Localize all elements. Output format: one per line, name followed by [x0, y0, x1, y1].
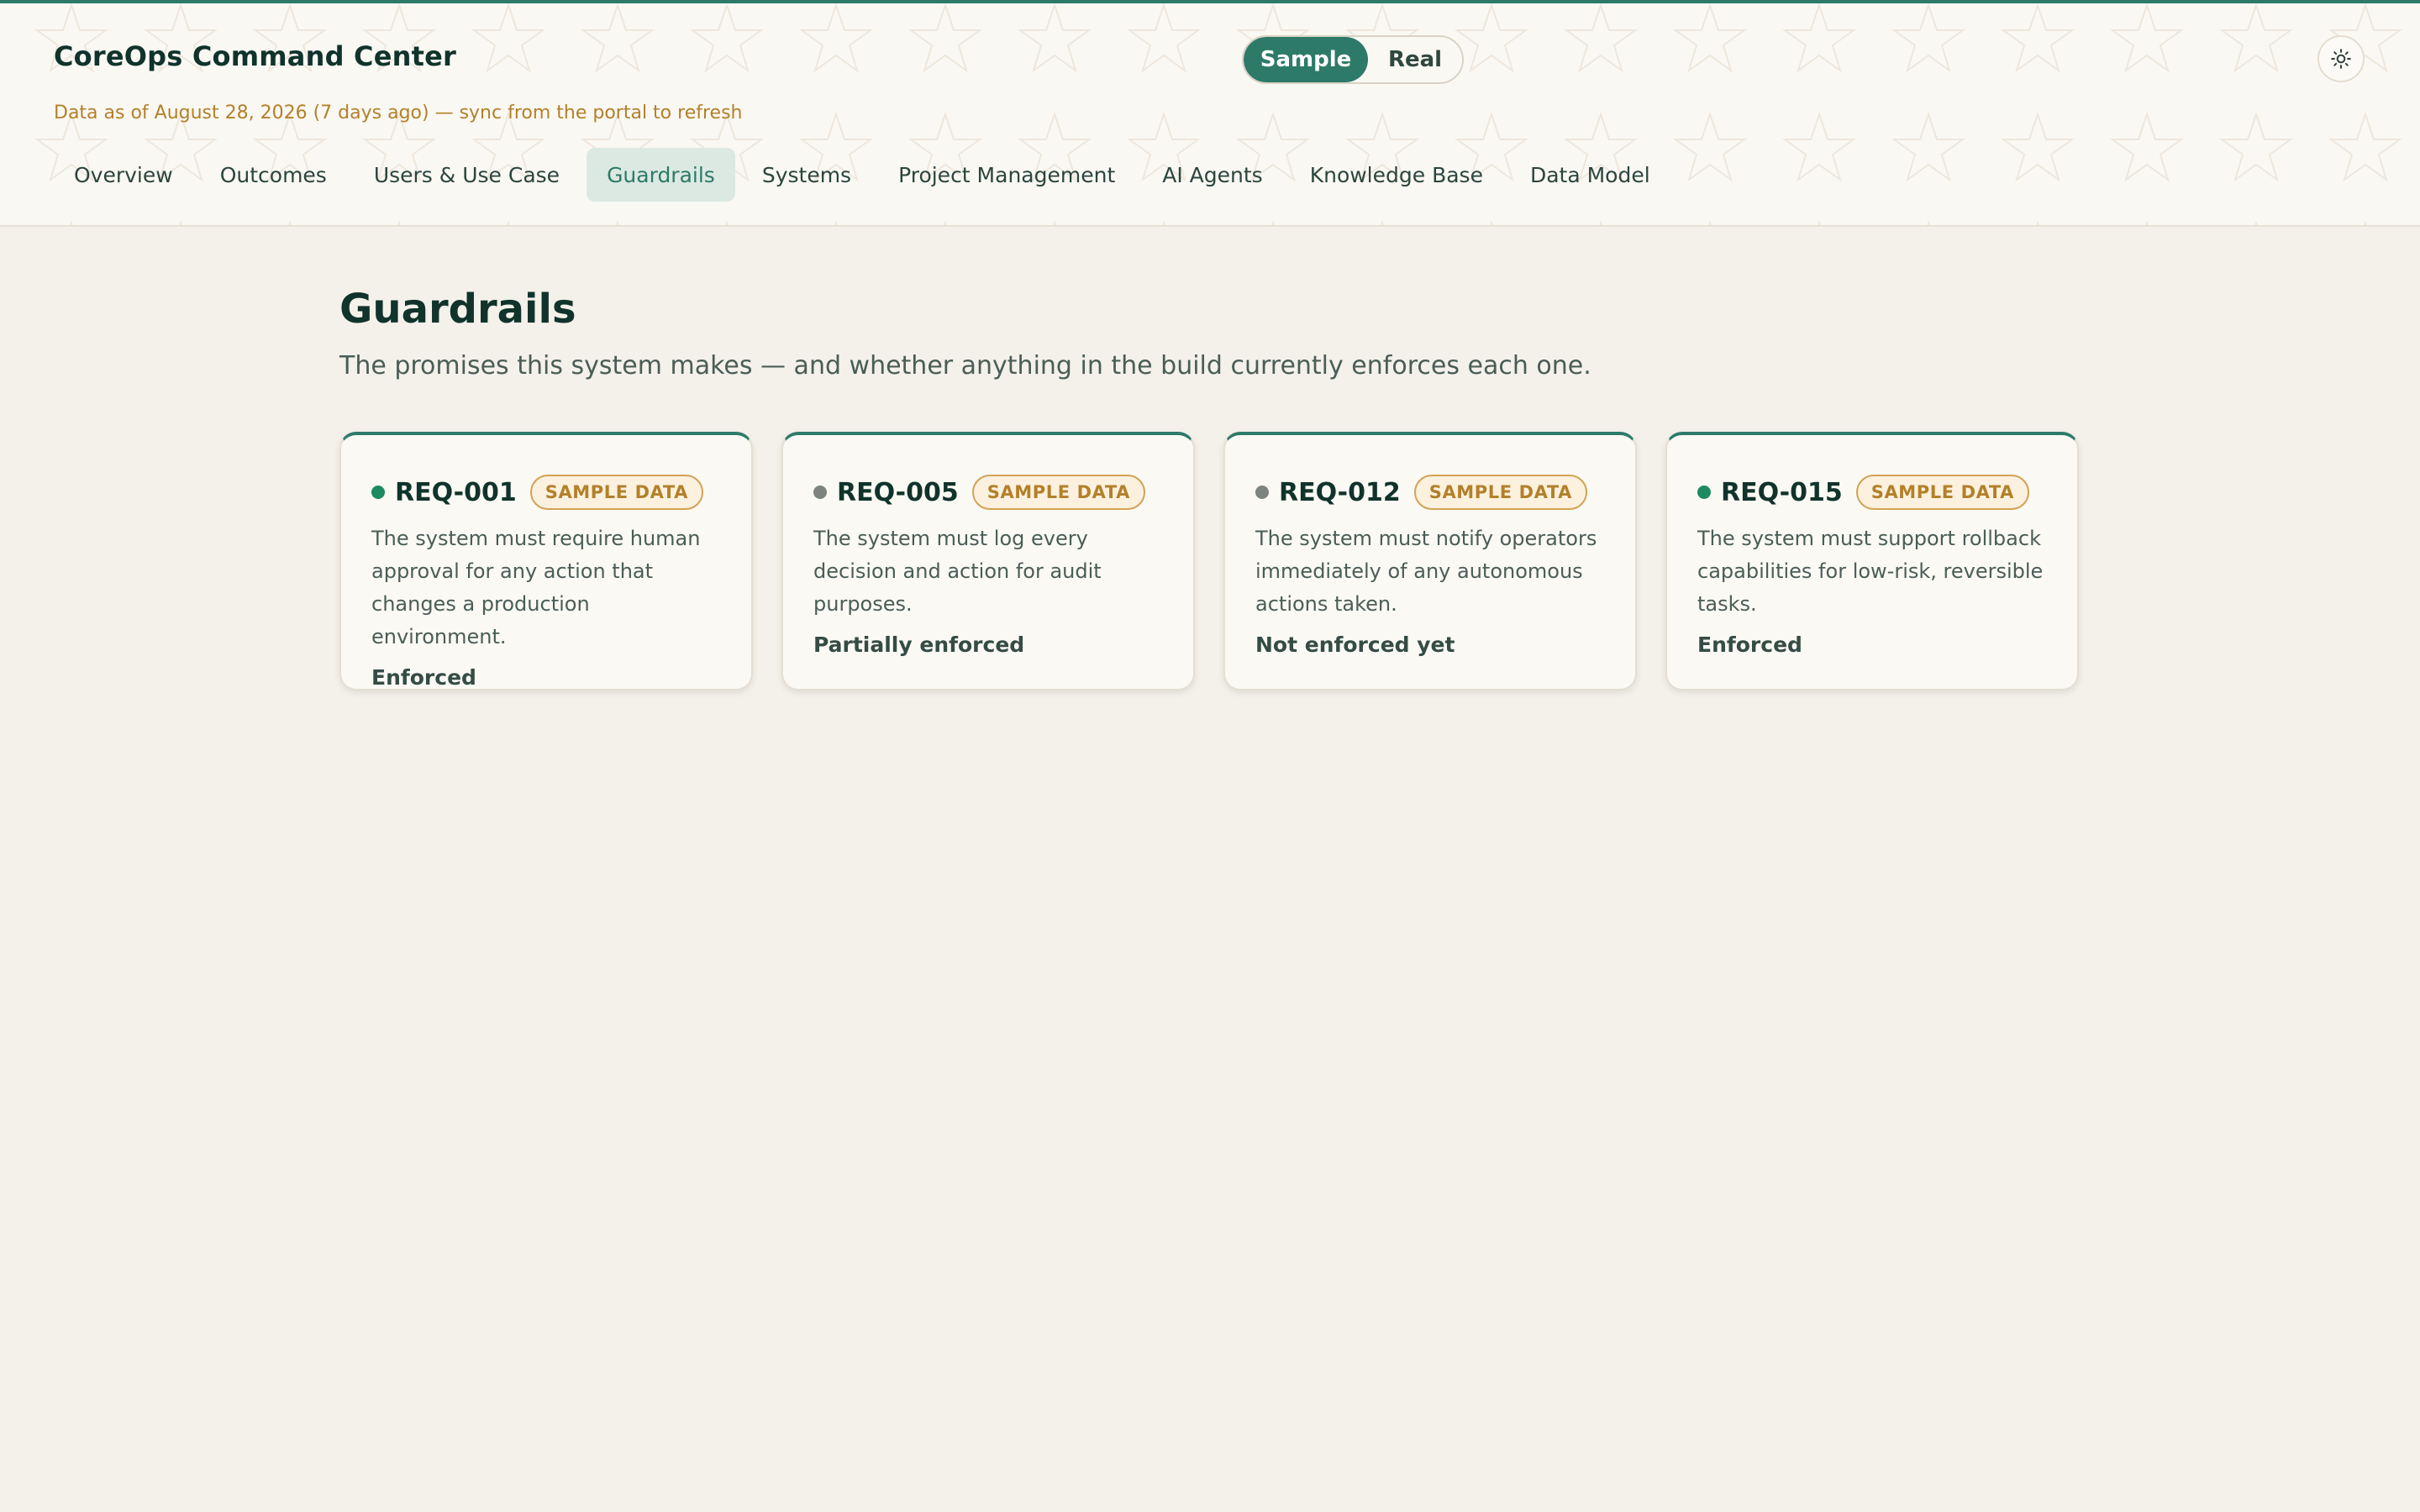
guardrail-cards: REQ-001 SAMPLE DATA The system must requ…: [339, 432, 2079, 690]
tab-overview[interactable]: Overview: [54, 148, 193, 202]
enforcement-status: Enforced: [1697, 633, 1802, 657]
requirement-description: The system must log every decision and a…: [813, 527, 1102, 616]
app-header: CoreOps Command Center Data as of August…: [0, 0, 2420, 227]
enforcement-status: Enforced: [371, 665, 476, 690]
main-content: Guardrails The promises this system make…: [339, 286, 2087, 690]
sample-data-badge: SAMPLE DATA: [1413, 475, 1588, 510]
status-dot-icon: [1697, 486, 1711, 499]
requirement-id: REQ-005: [837, 477, 959, 507]
requirement-description: The system must notify operators immedia…: [1255, 527, 1597, 616]
status-dot-icon: [813, 486, 827, 499]
tab-ai-agents[interactable]: AI Agents: [1142, 148, 1282, 202]
requirement-id: REQ-015: [1721, 477, 1843, 507]
tab-guardrails[interactable]: Guardrails: [587, 148, 735, 202]
tab-systems[interactable]: Systems: [742, 148, 871, 202]
sample-data-badge: SAMPLE DATA: [971, 475, 1146, 510]
mode-real-button[interactable]: Real: [1368, 37, 1462, 82]
main-nav: Overview Outcomes Users & Use Case Guard…: [54, 148, 1670, 202]
requirement-id: REQ-012: [1279, 477, 1401, 507]
mode-sample-button[interactable]: Sample: [1244, 37, 1368, 82]
data-freshness-note: Data as of August 28, 2026 (7 days ago) …: [54, 102, 743, 123]
tab-project-management[interactable]: Project Management: [878, 148, 1135, 202]
page-title: Guardrails: [339, 286, 576, 333]
tab-outcomes[interactable]: Outcomes: [200, 148, 347, 202]
app-title: CoreOps Command Center: [54, 40, 456, 72]
sun-icon: [2331, 49, 2351, 69]
sample-data-badge: SAMPLE DATA: [529, 475, 704, 510]
guardrail-card: REQ-015 SAMPLE DATA The system must supp…: [1665, 432, 2079, 690]
enforcement-status: Partially enforced: [813, 633, 1025, 657]
status-dot-icon: [371, 486, 385, 499]
tab-users-use-case[interactable]: Users & Use Case: [354, 148, 580, 202]
sample-data-badge: SAMPLE DATA: [1855, 475, 2030, 510]
guardrail-card: REQ-005 SAMPLE DATA The system must log …: [781, 432, 1195, 690]
tab-data-model[interactable]: Data Model: [1510, 148, 1670, 202]
tab-knowledge-base[interactable]: Knowledge Base: [1290, 148, 1503, 202]
requirement-description: The system must require human approval f…: [371, 527, 701, 648]
data-mode-toggle[interactable]: Sample Real: [1242, 35, 1464, 84]
enforcement-status: Not enforced yet: [1255, 633, 1455, 657]
guardrail-card: REQ-012 SAMPLE DATA The system must noti…: [1223, 432, 1637, 690]
theme-toggle-button[interactable]: [2317, 35, 2365, 82]
guardrail-card: REQ-001 SAMPLE DATA The system must requ…: [339, 432, 753, 690]
requirement-id: REQ-001: [395, 477, 517, 507]
page-subtitle: The promises this system makes — and whe…: [339, 351, 1591, 381]
requirement-description: The system must support rollback capabil…: [1697, 527, 2044, 616]
status-dot-icon: [1255, 486, 1269, 499]
